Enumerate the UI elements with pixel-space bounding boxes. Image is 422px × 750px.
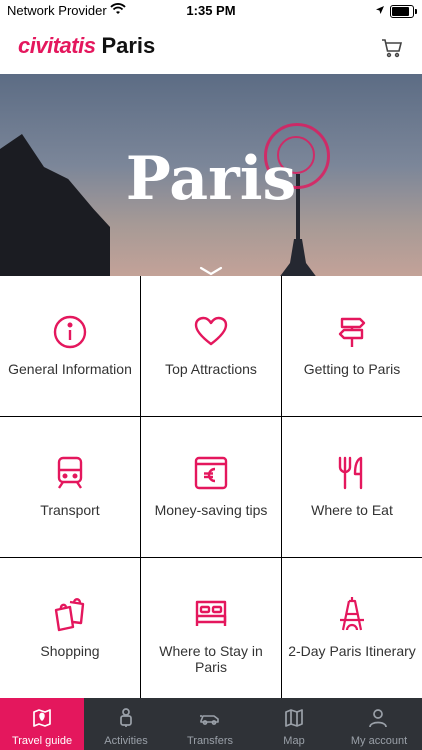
tile-general-information[interactable]: General Information — [0, 276, 140, 416]
tile-where-to-eat[interactable]: Where to Eat — [282, 417, 422, 557]
tile-shopping[interactable]: Shopping — [0, 558, 140, 698]
shopping-bags-icon — [52, 596, 88, 632]
train-icon — [52, 455, 88, 491]
hero-title: Paris — [125, 144, 297, 214]
tab-travel-guide[interactable]: Travel guide — [0, 698, 84, 750]
tile-where-to-stay[interactable]: Where to Stay in Paris — [141, 558, 281, 698]
tile-label: General Information — [8, 361, 132, 377]
tab-label: Travel guide — [11, 735, 73, 747]
app-header: civitatis Paris — [0, 22, 422, 74]
guide-grid: General Information Top Attractions Gett… — [0, 276, 422, 698]
tile-label: Getting to Paris — [303, 361, 401, 377]
city-title: Paris — [101, 33, 156, 58]
car-icon — [200, 708, 220, 728]
tile-top-attractions[interactable]: Top Attractions — [141, 276, 281, 416]
location-arrow-icon — [375, 3, 385, 18]
euro-wallet-icon — [193, 455, 229, 491]
cart-icon[interactable] — [380, 36, 404, 60]
bed-icon — [193, 596, 229, 632]
tab-my-account[interactable]: My account — [336, 698, 422, 750]
map-marker-icon — [32, 708, 52, 728]
status-bar: Network Provider 1:35 PM — [0, 0, 422, 22]
tile-label: Shopping — [40, 643, 100, 659]
tile-label: Where to Eat — [311, 502, 393, 518]
tile-2-day-itinerary[interactable]: 2-Day Paris Itinerary — [282, 558, 422, 698]
bottom-tab-bar: Travel guide Activities Transfers Map My… — [0, 698, 422, 750]
tile-label: Where to Stay in Paris — [159, 643, 263, 675]
info-icon — [52, 314, 88, 350]
tab-label: Transfers — [186, 735, 234, 747]
cutlery-icon — [334, 455, 370, 491]
tab-map[interactable]: Map — [252, 698, 336, 750]
eiffel-tower-icon — [334, 596, 370, 632]
tile-label: Top Attractions — [165, 361, 257, 377]
tile-getting-to-paris[interactable]: Getting to Paris — [282, 276, 422, 416]
tab-label: Map — [283, 735, 305, 747]
chevron-down-icon[interactable] — [199, 263, 223, 276]
civitatis-logo: civitatis — [18, 33, 96, 58]
tile-transport[interactable]: Transport — [0, 417, 140, 557]
user-icon — [368, 708, 388, 728]
heart-icon — [193, 314, 229, 350]
tile-money-saving-tips[interactable]: Money-saving tips — [141, 417, 281, 557]
status-time: 1:35 PM — [186, 3, 236, 18]
tile-label: Transport — [40, 502, 100, 518]
tab-transfers[interactable]: Transfers — [168, 698, 252, 750]
tab-label: My account — [350, 735, 408, 747]
battery-icon — [390, 5, 417, 18]
tower-silhouette — [278, 239, 318, 276]
map-icon — [284, 708, 304, 728]
tile-label: Money-saving tips — [154, 502, 268, 518]
brand: civitatis Paris — [18, 33, 155, 59]
traveler-icon — [116, 708, 136, 728]
tab-activities[interactable]: Activities — [84, 698, 168, 750]
signpost-icon — [334, 314, 370, 350]
tile-label: 2-Day Paris Itinerary — [288, 643, 416, 659]
tab-label: Activities — [104, 735, 148, 747]
hero-banner: Paris — [0, 74, 422, 276]
